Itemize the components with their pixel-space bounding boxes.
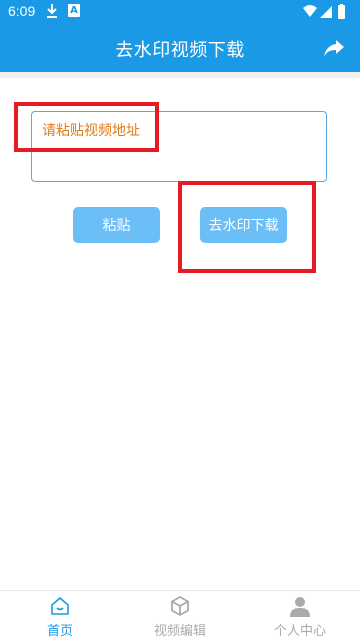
a-icon: A xyxy=(68,4,80,17)
download-icon xyxy=(47,4,57,18)
person-icon xyxy=(290,597,310,617)
signal-icon xyxy=(320,6,332,18)
video-url-input[interactable] xyxy=(31,111,327,182)
nav-label-video-edit: 视频编辑 xyxy=(153,624,206,639)
page-title: 去水印视频下载 xyxy=(115,40,245,61)
share-icon[interactable] xyxy=(322,36,346,60)
home-icon xyxy=(51,597,69,615)
nav-item-profile[interactable]: 个人中心 xyxy=(240,591,360,639)
status-bar: 6:09 A xyxy=(0,0,360,24)
cube-icon xyxy=(171,596,189,616)
bottom-navigation: 首页 视频编辑 个人中心 xyxy=(0,590,360,639)
nav-label-home: 首页 xyxy=(46,624,73,639)
app-screen: 6:09 A 去水印视频下载 粘贴 去水印下载 首页 xyxy=(0,0,360,639)
nav-item-home[interactable]: 首页 xyxy=(0,591,120,639)
wifi-icon xyxy=(303,5,317,17)
battery-icon xyxy=(338,5,345,19)
nav-item-video-edit[interactable]: 视频编辑 xyxy=(120,591,240,639)
remove-watermark-download-button[interactable]: 去水印下载 xyxy=(200,207,287,243)
status-time: 6:09 xyxy=(8,3,36,19)
header-divider xyxy=(0,72,360,78)
system-status-icons xyxy=(303,4,345,19)
nav-label-profile: 个人中心 xyxy=(273,624,326,639)
paste-button[interactable]: 粘贴 xyxy=(73,207,160,243)
app-bar: 去水印视频下载 xyxy=(0,24,360,72)
